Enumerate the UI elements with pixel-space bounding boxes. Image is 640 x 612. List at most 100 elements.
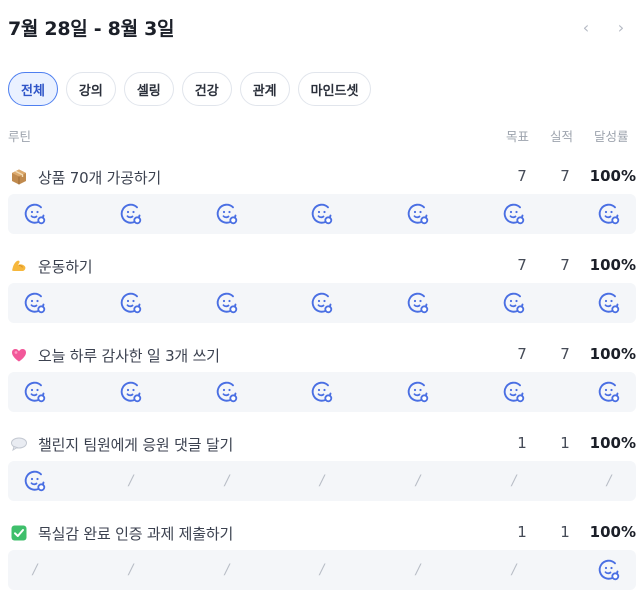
day-empty-slot[interactable]: / xyxy=(497,461,531,501)
checkin-smile-icon[interactable] xyxy=(210,194,244,234)
column-header-routine: 루틴 xyxy=(8,129,32,144)
previous-week-button[interactable]: ‹ xyxy=(576,16,596,38)
routine-achievement-rate: 100% xyxy=(589,345,636,363)
day-checkin-strip xyxy=(8,194,636,234)
checkin-smile-icon[interactable] xyxy=(497,283,531,323)
day-empty-slot[interactable]: / xyxy=(305,550,339,590)
checkin-smile-icon[interactable] xyxy=(18,372,52,412)
day-empty-slot[interactable]: / xyxy=(401,461,435,501)
day-empty-slot[interactable]: / xyxy=(114,550,148,590)
routine-title: 상품 70개 가공하기 xyxy=(38,169,162,187)
chevron-right-icon: › xyxy=(617,17,625,37)
empty-slash-mark: / xyxy=(415,473,421,489)
checkin-smile-icon[interactable] xyxy=(592,550,626,590)
checkin-smile-icon[interactable] xyxy=(18,283,52,323)
checkin-smile-icon[interactable] xyxy=(401,283,435,323)
empty-slash-mark: / xyxy=(319,473,325,489)
routine-item: 상품 70개 가공하기 7 7 100% xyxy=(8,164,636,244)
routine-actual-count: 7 xyxy=(560,167,570,185)
tab-all[interactable]: 전체 xyxy=(8,72,58,106)
flexed-biceps-icon xyxy=(10,257,28,275)
empty-slash-mark: / xyxy=(224,473,230,489)
routine-item: 챌린지 팀원에게 응원 댓글 달기 1 1 100% / / / / / / xyxy=(8,431,636,511)
day-checkin-strip: / / / / / / xyxy=(8,461,636,501)
column-header-rate: 달성률 xyxy=(594,129,629,144)
week-range-title: 7월 28일 - 8월 3일 xyxy=(8,18,175,40)
routine-goal-count: 7 xyxy=(517,167,527,185)
routine-achievement-rate: 100% xyxy=(589,256,636,274)
routine-item: 목실감 완료 인증 과제 제출하기 1 1 100% / / / / / / xyxy=(8,520,636,600)
routine-goal-count: 1 xyxy=(517,523,527,541)
day-empty-slot[interactable]: / xyxy=(305,461,339,501)
speech-bubble-icon xyxy=(10,435,28,453)
checkin-smile-icon[interactable] xyxy=(114,372,148,412)
chevron-left-icon: ‹ xyxy=(582,17,590,37)
empty-slash-mark: / xyxy=(319,562,325,578)
empty-slash-mark: / xyxy=(606,473,612,489)
checkin-smile-icon[interactable] xyxy=(401,194,435,234)
routine-header-row[interactable]: 운동하기 7 7 100% xyxy=(8,253,636,279)
checkin-smile-icon[interactable] xyxy=(592,283,626,323)
routine-actual-count: 7 xyxy=(560,256,570,274)
empty-slash-mark: / xyxy=(511,562,517,578)
day-empty-slot[interactable]: / xyxy=(114,461,148,501)
empty-slash-mark: / xyxy=(415,562,421,578)
checkin-smile-icon[interactable] xyxy=(18,461,52,501)
checkin-smile-icon[interactable] xyxy=(305,283,339,323)
routine-achievement-rate: 100% xyxy=(589,523,636,541)
checkin-smile-icon[interactable] xyxy=(210,372,244,412)
checkin-smile-icon[interactable] xyxy=(114,283,148,323)
day-empty-slot[interactable]: / xyxy=(210,550,244,590)
checkin-smile-icon[interactable] xyxy=(18,194,52,234)
tab-lecture[interactable]: 강의 xyxy=(65,72,116,106)
routine-item: 운동하기 7 7 100% xyxy=(8,253,636,333)
day-checkin-strip: / / / / / / xyxy=(8,550,636,590)
routine-header-row[interactable]: 오늘 하루 감사한 일 3개 쓰기 7 7 100% xyxy=(8,342,636,368)
routine-achievement-rate: 100% xyxy=(589,167,636,185)
checkin-smile-icon[interactable] xyxy=(497,372,531,412)
day-checkin-strip xyxy=(8,372,636,412)
routine-item: 오늘 하루 감사한 일 3개 쓰기 7 7 100% xyxy=(8,342,636,422)
routine-title: 오늘 하루 감사한 일 3개 쓰기 xyxy=(38,347,220,365)
routine-goal-count: 7 xyxy=(517,256,527,274)
day-empty-slot[interactable]: / xyxy=(18,550,52,590)
day-empty-slot[interactable]: / xyxy=(401,550,435,590)
empty-slash-mark: / xyxy=(511,473,517,489)
empty-slash-mark: / xyxy=(128,562,134,578)
checkin-smile-icon[interactable] xyxy=(592,372,626,412)
routine-goal-count: 1 xyxy=(517,434,527,452)
checkin-smile-icon[interactable] xyxy=(210,283,244,323)
next-week-button[interactable]: › xyxy=(611,16,631,38)
routine-goal-count: 7 xyxy=(517,345,527,363)
tab-relationship[interactable]: 관계 xyxy=(239,72,290,106)
checkin-smile-icon[interactable] xyxy=(592,194,626,234)
routine-actual-count: 7 xyxy=(560,345,570,363)
day-empty-slot[interactable]: / xyxy=(592,461,626,501)
checkin-smile-icon[interactable] xyxy=(114,194,148,234)
week-header: 7월 28일 - 8월 3일 ‹ › xyxy=(8,14,636,42)
empty-slash-mark: / xyxy=(128,473,134,489)
routine-title: 목실감 완료 인증 과제 제출하기 xyxy=(38,525,234,543)
tab-mindset[interactable]: 마인드셋 xyxy=(297,72,372,106)
routine-header-row[interactable]: 챌린지 팀원에게 응원 댓글 달기 1 1 100% xyxy=(8,431,636,457)
empty-slash-mark: / xyxy=(32,562,38,578)
checkin-smile-icon[interactable] xyxy=(497,194,531,234)
day-checkin-strip xyxy=(8,283,636,323)
routine-header-row[interactable]: 상품 70개 가공하기 7 7 100% xyxy=(8,164,636,190)
day-empty-slot[interactable]: / xyxy=(497,550,531,590)
pink-heart-icon xyxy=(10,346,28,364)
routine-achievement-rate: 100% xyxy=(589,434,636,452)
routine-title: 챌린지 팀원에게 응원 댓글 달기 xyxy=(38,436,234,454)
routine-header-row[interactable]: 목실감 완료 인증 과제 제출하기 1 1 100% xyxy=(8,520,636,546)
tab-health[interactable]: 건강 xyxy=(181,72,232,106)
category-tabs: 전체 강의 셀링 건강 관계 마인드셋 xyxy=(8,72,372,106)
day-empty-slot[interactable]: / xyxy=(210,461,244,501)
checkin-smile-icon[interactable] xyxy=(401,372,435,412)
routine-actual-count: 1 xyxy=(560,523,570,541)
checkin-smile-icon[interactable] xyxy=(305,194,339,234)
routine-title: 운동하기 xyxy=(38,258,93,276)
empty-slash-mark: / xyxy=(224,562,230,578)
checkin-smile-icon[interactable] xyxy=(305,372,339,412)
column-header-goal: 목표 xyxy=(506,129,530,144)
tab-selling[interactable]: 셀링 xyxy=(123,72,174,106)
